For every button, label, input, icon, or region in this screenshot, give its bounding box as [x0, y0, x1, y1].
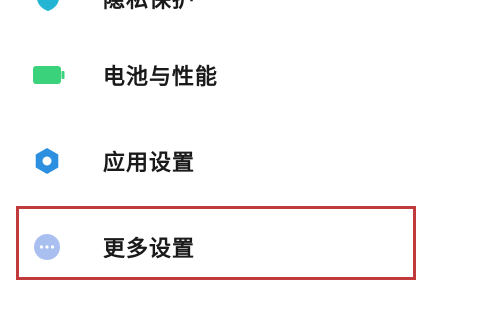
settings-item-apps[interactable]: 应用设置	[0, 133, 479, 189]
settings-item-label: 隐私保护	[103, 0, 196, 13]
battery-icon	[33, 66, 65, 84]
settings-item-label: 更多设置	[103, 237, 196, 262]
settings-screen: 隐私保护 电池与性能 应用设置 更多设置	[0, 0, 479, 318]
gear-icon	[35, 148, 59, 174]
privacy-shield-icon	[37, 0, 59, 11]
settings-item-label: 应用设置	[103, 151, 196, 176]
settings-item-privacy[interactable]: 隐私保护	[0, 0, 479, 26]
settings-item-label: 电池与性能	[103, 65, 219, 90]
settings-item-battery[interactable]: 电池与性能	[0, 47, 479, 103]
more-dots-icon	[34, 234, 60, 260]
settings-item-more[interactable]: 更多设置	[0, 219, 479, 275]
